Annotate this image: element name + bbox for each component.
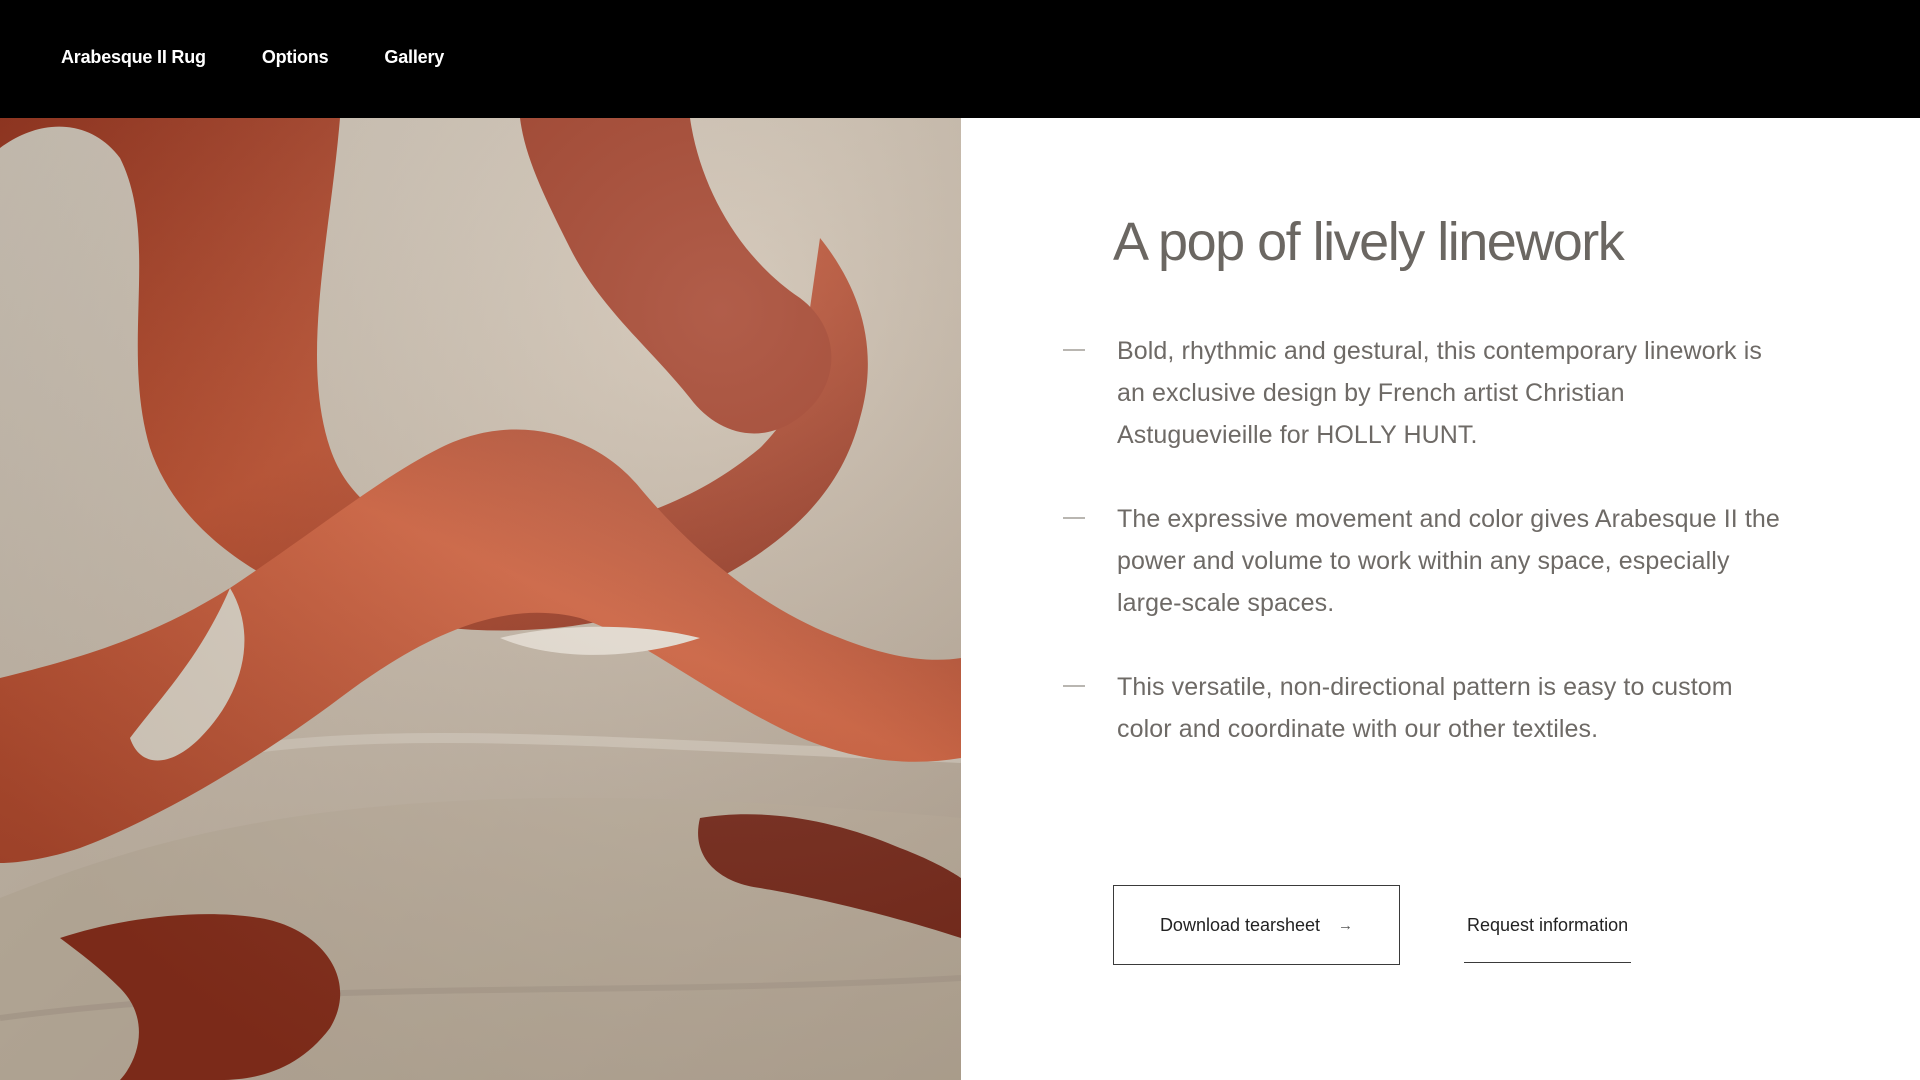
dash-icon [1063,685,1085,687]
nav-item-options[interactable]: Options [262,46,329,68]
arrow-right-icon: → [1338,916,1354,934]
feature-list: Bold, rhythmic and gestural, this contem… [1063,330,1783,750]
feature-item: This versatile, non-directional pattern … [1063,666,1783,750]
section-headline: A pop of lively linework [1113,212,1625,272]
dash-icon [1063,349,1085,351]
feature-item: Bold, rhythmic and gestural, this contem… [1063,330,1783,456]
top-navigation-bar: Arabesque II Rug Options Gallery [0,0,1920,118]
download-tearsheet-button[interactable]: Download tearsheet → [1113,885,1400,965]
feature-text: This versatile, non-directional pattern … [1117,673,1733,743]
feature-item: The expressive movement and color gives … [1063,498,1783,624]
download-tearsheet-label: Download tearsheet [1159,914,1321,935]
cta-group: Download tearsheet → Request information [1113,885,1632,965]
primary-nav: Arabesque II Rug Options Gallery [61,46,500,68]
nav-item-arabesque-rug[interactable]: Arabesque II Rug [61,46,206,68]
dash-icon [1063,517,1085,519]
feature-text: The expressive movement and color gives … [1117,505,1780,617]
product-description: A pop of lively linework Bold, rhythmic … [1063,208,1783,792]
request-information-link[interactable]: Request information [1464,915,1632,963]
rug-closeup-illustration [0,118,961,1080]
hero-rug-image [0,118,961,1080]
feature-text: Bold, rhythmic and gestural, this contem… [1117,337,1762,449]
nav-item-gallery[interactable]: Gallery [384,46,444,68]
